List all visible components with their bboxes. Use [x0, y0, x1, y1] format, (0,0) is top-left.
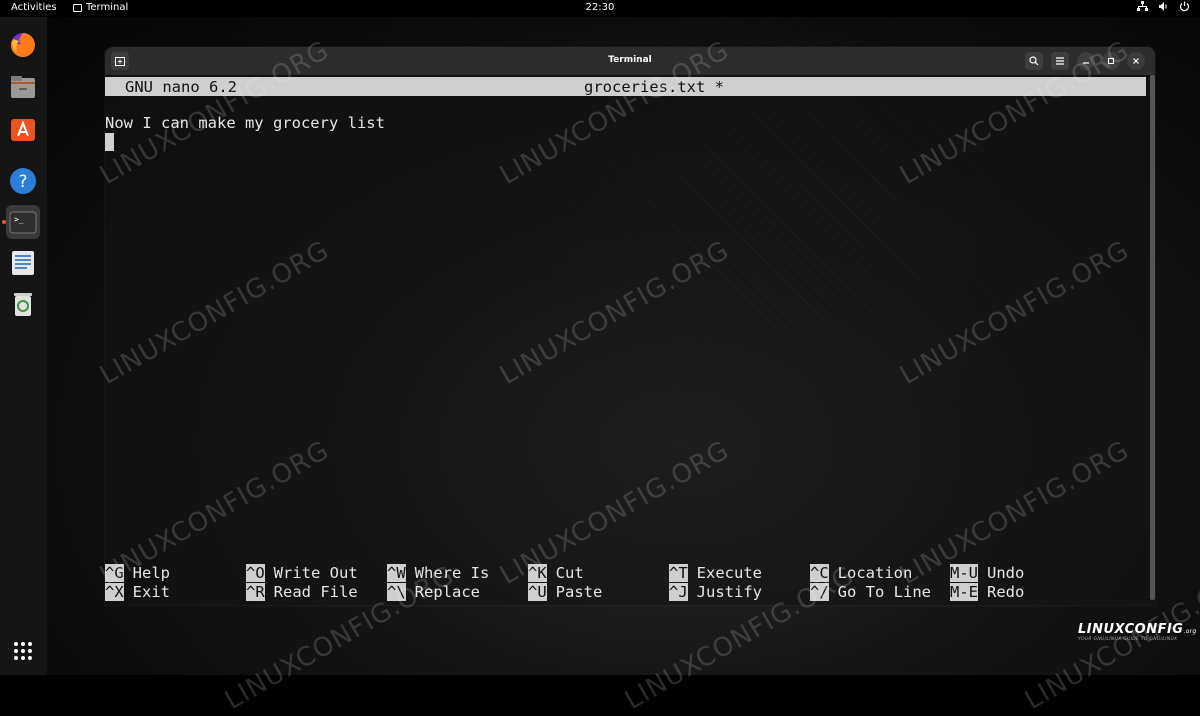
shortcut-key: M-E — [950, 583, 978, 601]
minimize-icon — [1083, 62, 1089, 64]
power-icon — [1179, 1, 1190, 12]
app-menu[interactable]: Terminal — [73, 2, 128, 13]
dock-item-text-editor[interactable] — [6, 246, 40, 280]
menu-button[interactable] — [1051, 52, 1069, 70]
logo-brand: LINUXCONFIG — [1078, 622, 1184, 637]
terminal-glyph: >_ — [14, 215, 24, 224]
nano-shortcut: ^O Write Out — [246, 564, 358, 582]
shortcut-label: Location — [837, 564, 913, 582]
shortcut-key: ^/ — [810, 583, 829, 601]
text-cursor — [105, 133, 114, 151]
nano-shortcut: M-E Redo — [950, 583, 1024, 601]
shortcut-label: Help — [132, 564, 170, 582]
terminal-screen[interactable]: GNU nano 6.2 groceries.txt * Now I can m… — [105, 75, 1150, 605]
shortcut-key: ^K — [528, 564, 547, 582]
dock-item-terminal[interactable]: >_ — [6, 205, 40, 239]
window-title: Terminal — [608, 55, 652, 65]
nano-filename: groceries.txt * — [584, 78, 724, 96]
nano-title-bar: GNU nano 6.2 groceries.txt * — [105, 77, 1146, 96]
nano-shortcut: ^R Read File — [246, 583, 358, 601]
nano-shortcut: ^W Where Is — [387, 564, 489, 582]
editor-line[interactable]: Now I can make my grocery list — [105, 114, 385, 132]
network-icon — [1137, 1, 1148, 11]
system-status-area[interactable] — [1137, 1, 1190, 12]
nano-shortcut: ^K Cut — [528, 564, 584, 582]
help-icon: ? — [10, 168, 36, 194]
shortcut-label: Justify — [696, 583, 762, 601]
text-editor-icon — [12, 251, 34, 275]
shortcut-label: Where Is — [414, 564, 490, 582]
shortcut-key: ^W — [387, 564, 406, 582]
shortcut-label: Write Out — [273, 564, 358, 582]
terminal-scrollbar[interactable] — [1150, 75, 1155, 600]
shortcut-label: Execute — [696, 564, 762, 582]
linuxconfig-logo: LINUXCONFIG.org YOUR GNU/LINUX GUIDE TO … — [1078, 618, 1196, 642]
terminal-window[interactable]: Terminal GNU nano 6.2 groceries.txt * No… — [105, 47, 1155, 605]
shortcut-key: ^U — [528, 583, 547, 601]
dock: ? >_ — [0, 17, 47, 675]
help-glyph: ? — [18, 172, 27, 192]
trash-icon — [14, 293, 32, 316]
shortcut-key: ^C — [810, 564, 829, 582]
shortcut-label: Undo — [987, 564, 1025, 582]
shortcut-key: ^T — [669, 564, 688, 582]
show-applications-icon[interactable] — [13, 641, 33, 661]
nano-shortcut: ^J Justify — [669, 583, 762, 601]
clock[interactable]: 22:30 — [586, 2, 615, 13]
dock-item-help[interactable]: ? — [6, 164, 40, 198]
shortcut-key: ^J — [669, 583, 688, 601]
firefox-icon — [10, 33, 35, 57]
nano-shortcut: ^G Help — [105, 564, 170, 582]
maximize-icon — [1107, 57, 1115, 65]
shortcut-label: Paste — [555, 583, 603, 601]
app-menu-label: Terminal — [86, 2, 129, 13]
shortcut-key: ^\ — [387, 583, 406, 601]
shortcut-key: ^R — [246, 583, 265, 601]
nano-shortcut: ^T Execute — [669, 564, 762, 582]
new-tab-button[interactable] — [111, 52, 129, 70]
top-bar: Activities Terminal 22:30 — [0, 0, 1200, 17]
shortcut-key: ^X — [105, 583, 124, 601]
terminal-icon: >_ — [9, 211, 37, 234]
nano-shortcut: ^X Exit — [105, 583, 170, 601]
dock-item-trash[interactable] — [6, 287, 40, 321]
activities-button[interactable]: Activities — [11, 2, 57, 13]
close-button[interactable] — [1127, 52, 1145, 70]
logo-suffix: .org — [1183, 628, 1197, 635]
nano-shortcut: M-U Undo — [950, 564, 1024, 582]
new-tab-icon — [115, 57, 125, 66]
nano-shortcut: ^U Paste — [528, 583, 602, 601]
close-icon — [1133, 58, 1139, 64]
maximize-button[interactable] — [1102, 52, 1120, 70]
nano-shortcut: ^/ Go To Line — [810, 583, 931, 601]
hamburger-menu-icon — [1056, 57, 1064, 65]
dock-item-software[interactable] — [6, 112, 40, 146]
dock-item-firefox[interactable] — [6, 28, 40, 62]
search-button[interactable] — [1025, 52, 1043, 70]
logo-tagline: YOUR GNU/LINUX GUIDE TO GNU/LINUX — [1078, 637, 1178, 642]
shortcut-label: Go To Line — [837, 583, 931, 601]
dock-item-files[interactable] — [6, 70, 40, 104]
nano-version: GNU nano 6.2 — [125, 78, 237, 96]
shortcut-label: Replace — [414, 583, 480, 601]
nano-shortcut: ^C Location — [810, 564, 912, 582]
shortcut-key: M-U — [950, 564, 978, 582]
nano-shortcut: ^\ Replace — [387, 583, 480, 601]
volume-icon — [1159, 2, 1167, 11]
shortcut-label: Cut — [555, 564, 584, 582]
shortcut-key: ^O — [246, 564, 265, 582]
shortcut-label: Exit — [132, 583, 170, 601]
shortcut-label: Read File — [273, 583, 358, 601]
terminal-app-icon — [73, 3, 82, 12]
shortcut-label: Redo — [987, 583, 1025, 601]
software-store-icon — [11, 119, 35, 141]
window-titlebar[interactable]: Terminal — [105, 47, 1155, 75]
search-icon — [1029, 56, 1039, 66]
shortcut-key: ^G — [105, 564, 124, 582]
minimize-button[interactable] — [1077, 52, 1095, 70]
files-icon — [11, 76, 35, 98]
